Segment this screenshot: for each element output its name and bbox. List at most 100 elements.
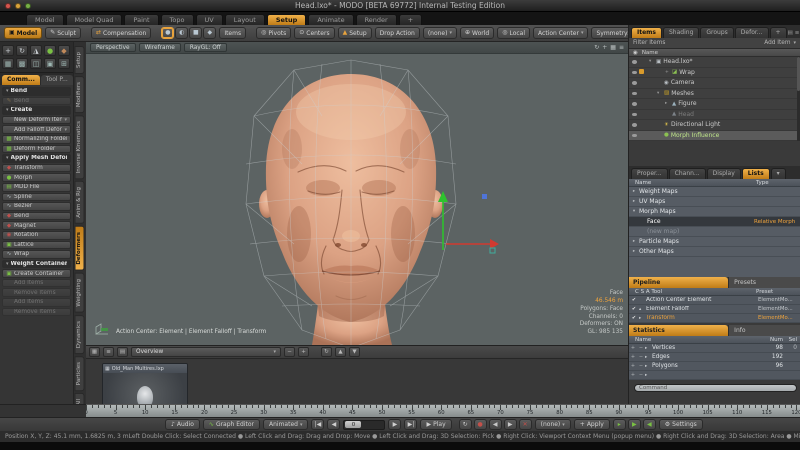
enabled-check-icon[interactable]: ✔ [629, 306, 639, 312]
vertex-map-row[interactable]: ▸Weight Maps [629, 187, 800, 197]
raygl-toggle[interactable]: RayGL: Off [184, 43, 227, 52]
drop-action-label[interactable]: Drop Action [375, 27, 420, 39]
sculpt-mode-button[interactable]: ✎Sculpt [45, 27, 81, 39]
sphere-brush-tool-icon[interactable]: ● [44, 45, 56, 56]
3d-viewport[interactable]: Perspective Wireframe RayGL: Off ↻ + ▦ ≡… [86, 42, 628, 345]
item-tree-row[interactable]: ● Morph Influence [629, 131, 800, 142]
audio-button[interactable]: ♪Audio [165, 419, 200, 430]
element-push-tool-icon[interactable]: ◮ [30, 45, 42, 56]
down-dir-icon[interactable]: ▼ [349, 347, 360, 357]
autokey-select[interactable]: Animated▾ [263, 419, 308, 430]
visibility-eye-icon[interactable] [629, 113, 639, 117]
toolbox-command[interactable]: ◆ Transform ▾ [2, 164, 71, 173]
toolbox-command[interactable]: ◆ Magnet ▾ [2, 221, 71, 230]
lattice-tool-icon[interactable]: ▣ [44, 58, 56, 69]
world-button[interactable]: ⊕World [460, 27, 494, 39]
timeline-ruler[interactable]: 0510152025303540455055606570758085909510… [86, 404, 800, 417]
polygons-mode-icon[interactable]: ■ [189, 27, 202, 39]
item-tree-row[interactable]: ☀ Directional Light [629, 120, 800, 131]
rows-view-icon[interactable]: ▤ [117, 347, 128, 357]
centers-button[interactable]: ⊙Centers [294, 27, 334, 39]
enabled-check-icon[interactable]: ✔ [629, 315, 639, 321]
panel-thumb-icon[interactable]: ▤ [788, 30, 793, 36]
layout-tab[interactable]: Render [356, 14, 397, 25]
action-center-select[interactable]: Action Center▾ [533, 27, 588, 39]
step-back-button[interactable]: ◀ [327, 419, 340, 430]
pipeline-row[interactable]: ✔ ▸ Transform ElementMo... [629, 314, 800, 323]
plane-x-tool-icon[interactable]: ▦ [2, 58, 14, 69]
item-tree-row[interactable]: ◉ Camera [629, 78, 800, 89]
toolbox-command[interactable]: ▤ MDD File ▾ [2, 183, 71, 192]
expand-arrow-icon[interactable]: ▸ [631, 239, 637, 244]
pipeline-row[interactable]: ✔ Action Center Element ElementMo... [629, 296, 800, 305]
item-list-tab[interactable]: Shading [663, 27, 699, 38]
toolbox-command[interactable]: Add Falloff Deformer ▾ [2, 125, 71, 134]
viewport-menu-icon[interactable]: ≡ [619, 44, 624, 51]
fit-view-icon[interactable]: ▦ [610, 44, 616, 51]
toolbox-command[interactable]: Create ▾ [2, 106, 71, 115]
panel-menu-icon[interactable]: ≡ [795, 30, 800, 36]
plane-z-tool-icon[interactable]: ◫ [30, 58, 42, 69]
expand-arrow-icon[interactable]: ▸ [631, 249, 637, 254]
select-plus-icon[interactable]: + [629, 363, 637, 369]
visibility-eye-icon[interactable] [629, 134, 639, 138]
properties-tab[interactable]: Chann... [669, 168, 706, 179]
properties-tab[interactable]: ▾ [771, 168, 786, 179]
item-list-tab[interactable]: Defor... [735, 27, 769, 38]
toolbox-command[interactable]: ▣ Create Container ▾ [2, 269, 71, 278]
layout-tab[interactable]: UV [196, 14, 223, 25]
presets-title[interactable]: Presets [728, 277, 800, 288]
pivots-button[interactable]: ◎Pivots [256, 27, 291, 39]
toolbox-command[interactable]: ∿ Wrap ▾ [2, 250, 71, 259]
expand-arrow-icon[interactable]: ▸ [665, 101, 670, 106]
command-input[interactable]: Command [634, 384, 797, 392]
local-button[interactable]: ◎Local [497, 27, 530, 39]
info-title[interactable]: Info [728, 325, 800, 336]
toolbox-command[interactable]: Bend ▾ [2, 87, 71, 96]
key-all-icon[interactable]: ▶ [628, 419, 641, 430]
toolbox-command[interactable]: Apply Mesh Deformer ▾ [2, 154, 71, 163]
vertex-map-row[interactable]: (new map) [629, 227, 800, 237]
toolbox-vertical-tab[interactable]: Weighting [75, 273, 85, 313]
items-mode-button[interactable]: Items [219, 27, 246, 39]
toolbox-command[interactable]: Weight Container ▾ [2, 260, 71, 269]
item-tree-row[interactable]: ▾ ▨ Meshes [629, 89, 800, 100]
toolbox-command[interactable]: Remove Items ▾ [2, 288, 71, 297]
expand-arrow-icon[interactable]: ▸ [645, 373, 652, 378]
deselect-minus-icon[interactable]: − [637, 363, 645, 369]
preset-sort-select[interactable]: Overview▾ [131, 347, 281, 357]
toolbox-command[interactable]: ▩ Normalizing Folder ▾ [2, 135, 71, 144]
expand-arrow-icon[interactable]: ▸ [631, 189, 637, 194]
toolbox-command[interactable]: ▣ Lattice ▾ [2, 241, 71, 250]
refresh-icon[interactable]: ↻ [321, 347, 332, 357]
expand-arrow-icon[interactable]: ▸ [631, 199, 637, 204]
toolbox-command[interactable]: ● Morph ▾ [2, 173, 71, 182]
toolbox-tab[interactable]: Tool P... [41, 75, 73, 85]
expand-arrow-icon[interactable]: ▾ [649, 59, 654, 64]
visibility-eye-icon[interactable] [629, 71, 639, 75]
deselect-minus-icon[interactable]: − [637, 372, 645, 378]
select-plus-icon[interactable]: + [629, 372, 637, 378]
step-forward-button[interactable]: ▶ [388, 419, 401, 430]
zoom-in-icon[interactable]: + [298, 347, 309, 357]
enabled-check-icon[interactable]: ✔ [629, 297, 639, 303]
toolbox-vertical-tab[interactable]: Dynamics [75, 315, 85, 354]
statistics-row[interactable]: + − ▸ [629, 371, 800, 380]
up-dir-icon[interactable]: ▲ [335, 347, 346, 357]
pose-tool-icon[interactable]: ◆ [58, 45, 70, 56]
add-key-icon[interactable]: ▸ [613, 419, 626, 430]
pipeline-row[interactable]: ✔ ▴ Element Falloff ElementMo... [629, 305, 800, 314]
toolbox-command[interactable]: Add Items ▾ [2, 279, 71, 288]
pan-view-icon[interactable]: ↻ [594, 44, 599, 51]
deselect-minus-icon[interactable]: − [637, 354, 645, 360]
toolbox-command[interactable]: ▩ Deform Folder ▾ [2, 145, 71, 154]
toolbox-tab[interactable]: Comm... [2, 75, 40, 85]
expand-arrow-icon[interactable]: ▾ [631, 209, 637, 214]
play-button[interactable]: ▶Play [420, 419, 451, 430]
deselect-minus-icon[interactable]: − [637, 345, 645, 351]
visibility-eye-icon[interactable] [629, 60, 639, 64]
jump-start-button[interactable]: |◀ [311, 419, 324, 430]
select-plus-icon[interactable]: + [629, 345, 637, 351]
layout-tab[interactable]: Paint [124, 14, 158, 25]
properties-tab[interactable]: Lists [742, 168, 770, 179]
